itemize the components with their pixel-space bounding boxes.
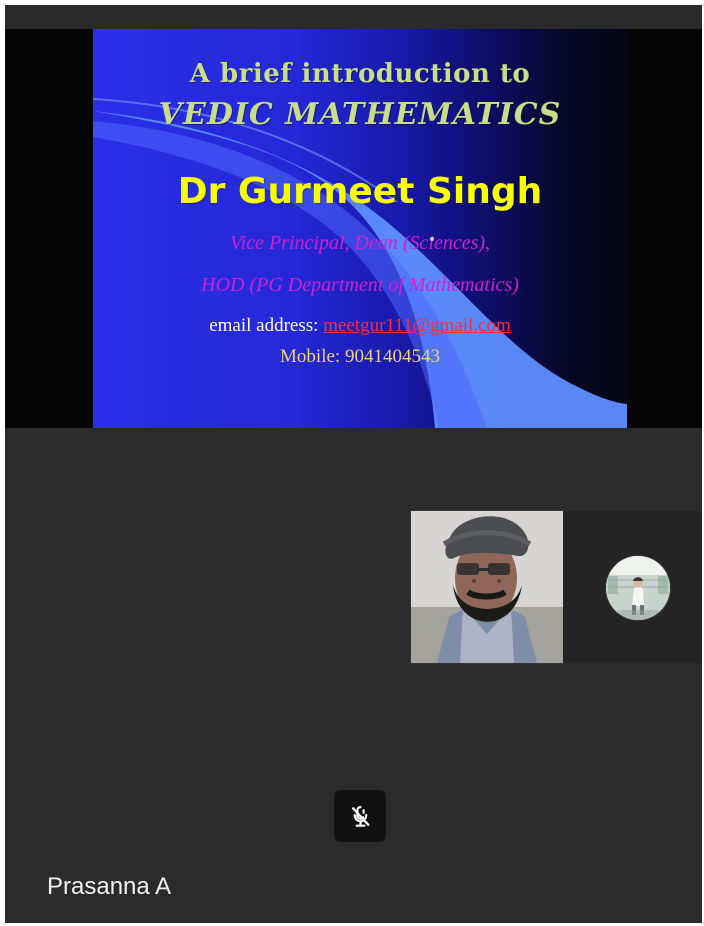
active-speaker-name: Prasanna A [47,873,172,900]
video-call-app: A brief introduction to VEDIC MATHEMATIC… [5,5,702,923]
presentation-slide: A brief introduction to VEDIC MATHEMATIC… [93,29,627,428]
avatar-image [606,556,670,620]
screen-share-area: A brief introduction to VEDIC MATHEMATIC… [5,29,702,428]
call-area: Prasanna A [5,428,702,923]
email-label: email address: [209,315,319,336]
presenter-role-line-2: HOD (PG Department of Mathematics) [201,274,519,296]
mute-toggle-button[interactable] [334,790,386,842]
participant-avatar[interactable] [606,556,670,620]
top-strip [5,5,702,29]
slide-title-line-2: VEDIC MATHEMATICS [158,97,562,132]
email-link[interactable]: meetgur111@gmail.com [323,315,511,336]
presenter-role-line-1: Vice Principal, Dean (Sciences), [229,232,491,254]
email-line: email address: meetgur111@gmail.com [93,315,627,337]
pointer-cursor [430,237,434,241]
microphone-off-icon [351,805,369,827]
slide-title-line-1: A brief introduction to [189,59,531,89]
presenter-name: Dr Gurmeet Singh [177,171,543,212]
participant-video-tile[interactable] [411,511,563,663]
mobile-number: Mobile: 9041404543 [280,346,440,367]
participant-video-thumbnail [411,511,563,663]
